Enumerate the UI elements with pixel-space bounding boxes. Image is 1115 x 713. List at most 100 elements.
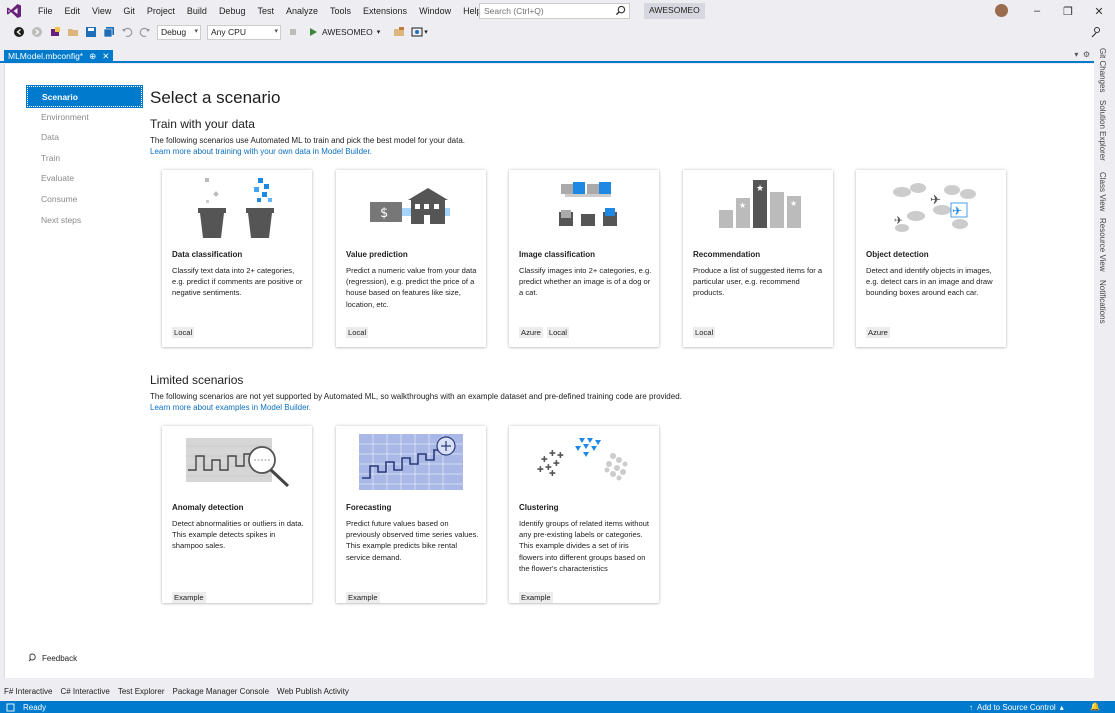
scenario-card-forecasting[interactable]: Forecasting Predict future values based … <box>336 426 486 603</box>
card-title: Data classification <box>172 250 243 259</box>
folder-icon[interactable] <box>392 25 406 39</box>
configuration-value: Debug <box>161 26 187 37</box>
visual-studio-logo-icon[interactable] <box>6 3 22 19</box>
train-learn-more-link[interactable]: Learn more about training with your own … <box>150 147 372 156</box>
image-classification-illustration-icon <box>559 182 617 226</box>
menu-view[interactable]: View <box>86 0 117 22</box>
tab-mlmodel[interactable]: MLModel.mbconfig* ⊕ ✕ <box>4 50 114 63</box>
configuration-select[interactable]: Debug ▾ <box>157 24 201 40</box>
scenario-card-object-detection[interactable]: ✈ ✈ ✈ Object detection Detect and identi… <box>856 170 1006 347</box>
tag-local: Local <box>546 327 569 338</box>
bottom-tool-tabs: F# Interactive C# Interactive Test Explo… <box>0 682 1115 700</box>
step-data[interactable]: Data <box>27 127 142 148</box>
live-share-icon[interactable] <box>1090 26 1102 38</box>
card-title: Image classification <box>519 250 596 259</box>
step-next-steps[interactable]: Next steps <box>27 210 142 231</box>
step-scenario[interactable]: Scenario <box>26 85 143 108</box>
new-project-icon[interactable] <box>48 25 62 39</box>
tag-azure: Azure <box>519 327 543 338</box>
svg-text:✚: ✚ <box>549 449 556 458</box>
tab-list-dropdown-icon[interactable]: ▾ ⚙ <box>1074 50 1090 59</box>
limited-section-heading: Limited scenarios <box>150 373 244 387</box>
platform-select[interactable]: Any CPU ▾ <box>207 24 281 40</box>
scenario-card-data-classification[interactable]: Data classification Classify text data i… <box>162 170 312 347</box>
menu-file[interactable]: File <box>32 0 59 22</box>
pin-icon[interactable]: ⊕ <box>89 50 96 63</box>
svg-text:★: ★ <box>756 184 764 194</box>
redo-icon[interactable] <box>138 25 152 39</box>
menu-window[interactable]: Window <box>413 0 457 22</box>
tab-test-explorer[interactable]: Test Explorer <box>118 687 165 696</box>
card-title: Clustering <box>519 503 559 512</box>
side-tab-class-view[interactable]: Class View <box>1098 172 1107 211</box>
feedback-button[interactable]: Feedback <box>27 653 77 663</box>
menu-analyze[interactable]: Analyze <box>280 0 324 22</box>
avatar[interactable] <box>995 4 1008 17</box>
train-section-description: The following scenarios use Automated ML… <box>150 136 465 145</box>
save-all-icon[interactable] <box>102 25 116 39</box>
restore-button[interactable]: ❐ <box>1052 0 1084 22</box>
close-icon[interactable]: ✕ <box>102 50 109 63</box>
close-window-button[interactable]: ✕ <box>1083 0 1115 22</box>
scenario-card-value-prediction[interactable]: $ Value prediction Predict a numeric val… <box>336 170 486 347</box>
attach-icon[interactable] <box>286 25 300 39</box>
tab-web-publish-activity[interactable]: Web Publish Activity <box>277 687 349 696</box>
chevron-down-icon: ▾ <box>376 29 381 36</box>
scenario-card-image-classification[interactable]: Image classification Classify images int… <box>509 170 659 347</box>
scenario-card-clustering[interactable]: ✚ ✚ ✚ ✚ ✚ ✚ ✚ Clustering Identify groups of r… <box>509 426 659 603</box>
tab-package-manager-console[interactable]: Package Manager Console <box>173 687 270 696</box>
notifications-bell-icon[interactable]: 🔔 <box>1090 701 1100 713</box>
minimize-button[interactable]: – <box>1021 0 1053 22</box>
undo-icon[interactable] <box>120 25 134 39</box>
value-prediction-illustration-icon: $ <box>370 188 450 224</box>
limited-learn-more-link[interactable]: Learn more about examples in Model Build… <box>150 403 311 412</box>
overflow-icon[interactable]: ▾ <box>424 28 428 36</box>
tab-title: MLModel.mbconfig* <box>8 51 84 61</box>
forward-icon[interactable] <box>30 25 44 39</box>
svg-text:★: ★ <box>739 201 746 210</box>
toolbar: Debug ▾ Any CPU ▾ AWESOMEO ▾ ▾ <box>0 22 1115 42</box>
menu-build[interactable]: Build <box>181 0 213 22</box>
scenario-card-anomaly-detection[interactable]: Anomaly detection Detect abnormalities o… <box>162 426 312 603</box>
scenario-card-recommendation[interactable]: ★ ★ ★ Recommendation Produce a list of s… <box>683 170 833 347</box>
menu-debug[interactable]: Debug <box>213 0 252 22</box>
open-folder-icon[interactable] <box>66 25 80 39</box>
search-icon[interactable] <box>615 5 626 16</box>
side-tab-notifications[interactable]: Notifications <box>1098 280 1107 324</box>
side-tab-solution-explorer[interactable]: Solution Explorer <box>1098 100 1107 161</box>
search-input[interactable]: Search (Ctrl+Q) <box>479 3 630 19</box>
card-description: Detect and identify objects in images, e… <box>866 266 993 298</box>
step-train[interactable]: Train <box>27 148 142 169</box>
card-description: Classify images into 2+ categories, e.g.… <box>519 266 652 298</box>
menu-test[interactable]: Test <box>251 0 280 22</box>
card-title: Anomaly detection <box>172 503 244 512</box>
menu-edit[interactable]: Edit <box>59 0 87 22</box>
svg-text:✚: ✚ <box>549 469 556 478</box>
forecasting-illustration-icon <box>359 434 463 490</box>
search-placeholder: Search (Ctrl+Q) <box>484 6 544 16</box>
menu-tools[interactable]: Tools <box>324 0 357 22</box>
start-debugging-button[interactable]: AWESOMEO ▾ <box>310 27 380 37</box>
step-consume[interactable]: Consume <box>27 189 142 210</box>
step-environment[interactable]: Environment <box>27 107 142 128</box>
side-tab-resource-view[interactable]: Resource View <box>1098 218 1107 272</box>
screenshot-icon[interactable] <box>410 25 424 39</box>
menu-extensions[interactable]: Extensions <box>357 0 413 22</box>
tab-csharp-interactive[interactable]: C# Interactive <box>60 687 109 696</box>
card-title: Object detection <box>866 250 929 259</box>
side-tab-git-changes[interactable]: Git Changes <box>1098 48 1107 92</box>
tag-example: Example <box>346 592 380 603</box>
tag-local: Local <box>346 327 369 338</box>
solution-name-badge: AWESOMEO <box>644 3 705 19</box>
tag-example: Example <box>519 592 553 603</box>
tab-fsharp-interactive[interactable]: F# Interactive <box>4 687 52 696</box>
menu-git[interactable]: Git <box>117 0 141 22</box>
clustering-illustration-icon: ✚✚✚ ✚✚ ✚✚ <box>537 438 628 481</box>
menu-project[interactable]: Project <box>141 0 181 22</box>
add-to-source-control-button[interactable]: ↑ Add to Source Control ▴ <box>969 701 1064 713</box>
save-icon[interactable] <box>84 25 98 39</box>
step-evaluate[interactable]: Evaluate <box>27 168 142 189</box>
back-icon[interactable] <box>12 25 26 39</box>
chevron-up-icon: ▴ <box>1059 702 1064 712</box>
tag-azure: Azure <box>866 327 890 338</box>
